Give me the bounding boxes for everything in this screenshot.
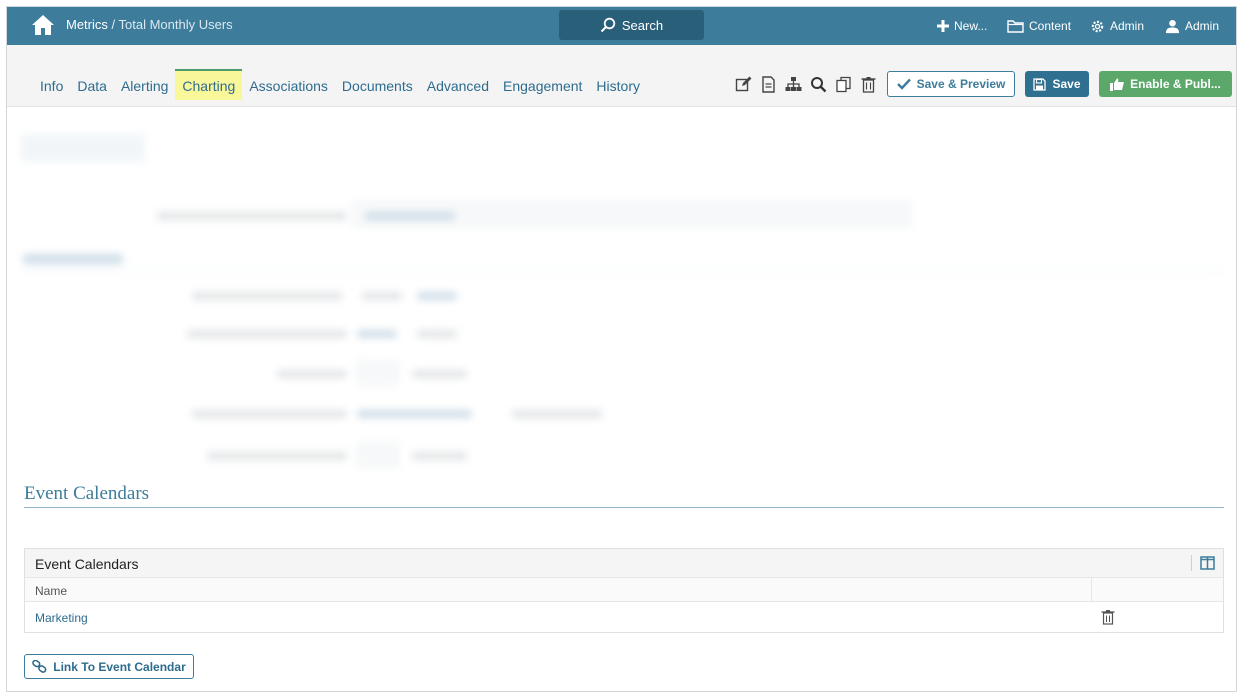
floppy-disk-icon (1033, 77, 1047, 91)
blurred-label (192, 292, 342, 300)
section-title-event-calendars: Event Calendars (24, 483, 150, 504)
trash-icon[interactable] (860, 76, 877, 93)
new-label: New... (954, 19, 988, 33)
home-icon[interactable] (31, 14, 55, 36)
tab-engagement[interactable]: Engagement (496, 71, 589, 100)
hierarchy-icon[interactable] (785, 76, 802, 93)
breadcrumb-root[interactable]: Metrics (66, 17, 108, 32)
blurred-label (192, 410, 347, 418)
content-label: Content (1029, 19, 1072, 33)
admin-label: Admin (1110, 19, 1145, 33)
grid-title: Event Calendars (35, 556, 139, 572)
save-label: Save (1052, 77, 1081, 91)
blurred-option (417, 330, 457, 338)
blurred-button (21, 134, 145, 162)
app-window: Metrics / Total Monthly Users Search New… (6, 6, 1237, 692)
admin-menu[interactable]: Admin (1090, 7, 1144, 45)
new-menu[interactable]: New... (937, 7, 987, 45)
calendar-link-marketing[interactable]: Marketing (35, 611, 88, 625)
edit-icon[interactable] (735, 76, 752, 93)
enable-publish-label: Enable & Publ... (1130, 77, 1221, 91)
blurred-option (357, 410, 472, 418)
delete-row-trash-icon[interactable] (1101, 609, 1115, 625)
blurred-heading (23, 254, 123, 264)
columns-icon[interactable] (1200, 556, 1215, 570)
tab-bar: Info Data Alerting Charting Associations… (7, 45, 1236, 107)
breadcrumb: Metrics / Total Monthly Users (66, 17, 233, 32)
event-calendars-grid: Event Calendars Name Marketing (24, 548, 1224, 633)
blurred-option (417, 292, 457, 300)
tab-alerting[interactable]: Alerting (114, 71, 175, 100)
blurred-form-area (7, 108, 1236, 480)
blurred-label (412, 370, 467, 378)
search-button[interactable]: Search (559, 10, 704, 40)
tab-data[interactable]: Data (70, 71, 114, 100)
enable-publish-button[interactable]: Enable & Publ... (1099, 71, 1232, 97)
document-icon[interactable] (760, 76, 777, 93)
blurred-input (357, 442, 399, 468)
blurred-label (277, 370, 347, 378)
breadcrumb-current: Total Monthly Users (118, 17, 233, 32)
column-divider (1091, 578, 1092, 602)
user-icon (1165, 19, 1180, 33)
user-label: Admin (1185, 19, 1220, 33)
search-label: Search (621, 17, 664, 33)
content-menu[interactable]: Content (1007, 7, 1071, 45)
user-menu[interactable]: Admin (1165, 7, 1219, 45)
gear-icon (1091, 20, 1104, 32)
tabs: Info Data Alerting Charting Associations… (33, 69, 647, 100)
blurred-label (207, 452, 347, 460)
table-row: Marketing (25, 602, 1223, 632)
tab-charting[interactable]: Charting (175, 69, 243, 100)
plus-icon (937, 20, 949, 32)
folder-icon (1007, 19, 1024, 33)
blurred-label (187, 330, 347, 338)
save-preview-label: Save & Preview (916, 77, 1006, 91)
column-header-name[interactable]: Name (35, 584, 67, 598)
blurred-rule (23, 270, 1223, 271)
save-preview-button[interactable]: Save & Preview (887, 71, 1015, 97)
link-icon (32, 660, 47, 673)
blurred-option (512, 410, 602, 418)
copy-icon[interactable] (835, 76, 852, 93)
breadcrumb-separator: / (107, 17, 119, 32)
header-separator (1191, 555, 1192, 571)
blurred-option (362, 292, 402, 300)
blurred-label (412, 452, 467, 460)
tab-info[interactable]: Info (33, 71, 70, 100)
tab-associations[interactable]: Associations (242, 71, 335, 100)
blurred-input (357, 360, 399, 386)
toolbar-icons (735, 76, 877, 93)
magnifier-icon[interactable] (810, 76, 827, 93)
blurred-option (357, 330, 397, 338)
search-icon (600, 17, 616, 33)
grid-header: Event Calendars (25, 549, 1223, 578)
checkmark-icon (896, 78, 911, 90)
thumbs-up-icon (1110, 78, 1124, 91)
tab-advanced[interactable]: Advanced (420, 71, 496, 100)
tab-history[interactable]: History (589, 71, 647, 100)
section-divider (24, 507, 1224, 508)
column-header-row: Name (25, 578, 1223, 602)
top-navigation-bar: Metrics / Total Monthly Users Search New… (7, 7, 1236, 45)
blurred-input-value (365, 212, 455, 220)
link-to-event-calendar-label: Link To Event Calendar (53, 659, 186, 674)
save-button[interactable]: Save (1025, 71, 1089, 97)
link-to-event-calendar-button[interactable]: Link To Event Calendar (24, 654, 194, 679)
tab-documents[interactable]: Documents (335, 71, 420, 100)
blurred-label (157, 212, 347, 220)
